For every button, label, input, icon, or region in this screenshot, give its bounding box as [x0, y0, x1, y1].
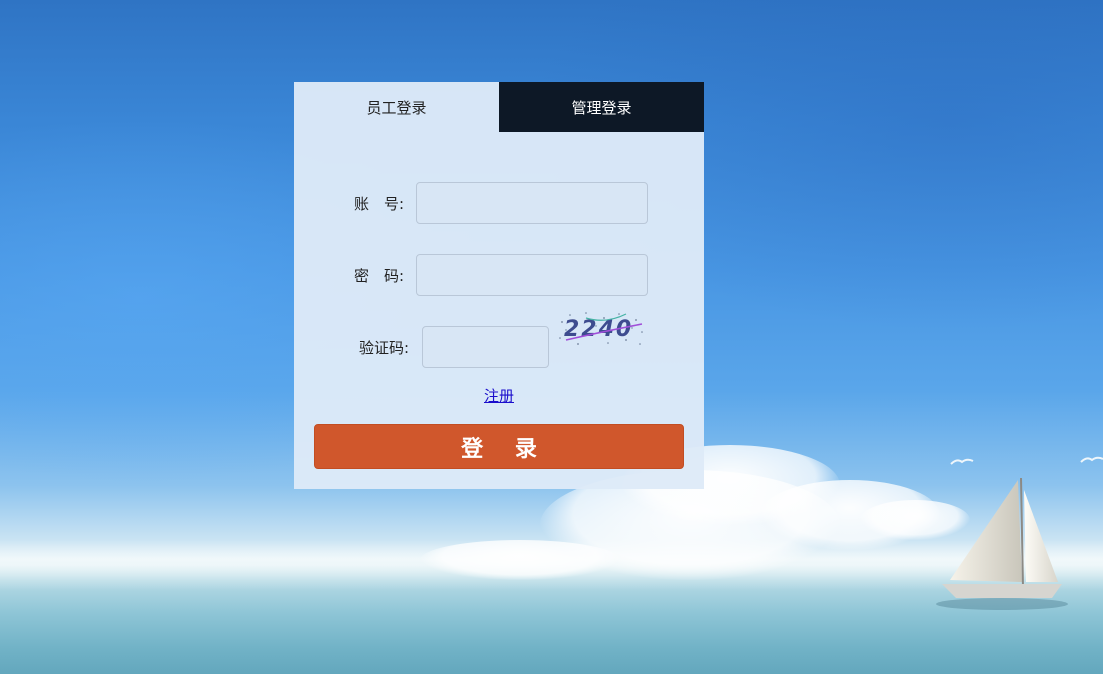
login-panel: 员工登录 管理登录 账 号: 密 码: 验证码: 2240 注册 登 录 — [294, 82, 704, 489]
login-button[interactable]: 登 录 — [314, 424, 684, 469]
register-row: 注册 — [294, 385, 704, 406]
tab-admin-login[interactable]: 管理登录 — [499, 82, 704, 132]
tab-employee-login[interactable]: 员工登录 — [294, 82, 499, 132]
account-label: 账 号: — [353, 194, 404, 213]
password-input[interactable] — [416, 254, 648, 296]
account-row: 账 号: — [334, 182, 648, 224]
tab-admin-login-label: 管理登录 — [571, 98, 632, 117]
account-input[interactable] — [416, 182, 648, 224]
password-row: 密 码: — [334, 254, 648, 296]
password-label: 密 码: — [353, 266, 404, 285]
captcha-input[interactable] — [422, 326, 549, 368]
sailboat-icon — [936, 477, 1068, 610]
captcha-row: 验证码: — [334, 326, 549, 368]
tab-employee-login-label: 员工登录 — [366, 98, 427, 117]
bird-icon — [1080, 456, 1103, 463]
bird-icon — [950, 458, 974, 465]
login-tabs: 员工登录 管理登录 — [294, 82, 704, 132]
cloud — [420, 540, 620, 580]
captcha-image[interactable]: 2240 — [556, 310, 646, 350]
captcha-label: 验证码: — [358, 338, 409, 357]
register-link[interactable]: 注册 — [484, 387, 514, 405]
